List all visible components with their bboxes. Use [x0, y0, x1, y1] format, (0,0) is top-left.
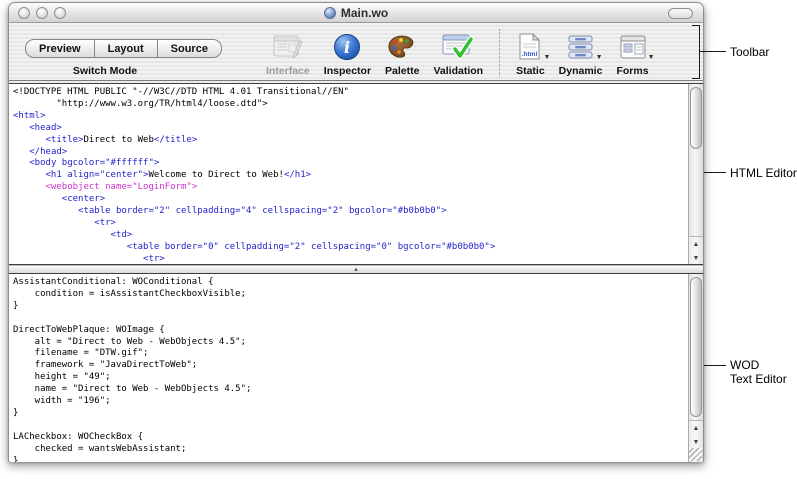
dynamic-button[interactable]: ▼ Dynamic [559, 32, 603, 77]
html-editor-scroll-thumb[interactable] [690, 87, 702, 149]
layout-button[interactable]: Layout [95, 39, 158, 58]
static-dropdown-arrow-icon[interactable]: ▼ [543, 54, 550, 61]
window-title: Main.wo [341, 6, 388, 20]
scroll-up-icon[interactable]: ▲ [689, 421, 703, 435]
svg-text:.html: .html [522, 51, 538, 58]
palette-icon [387, 32, 417, 62]
wod-editor-scrollbar[interactable]: ▲ ▼ [688, 274, 703, 462]
forms-button[interactable]: ▼ Forms [616, 32, 648, 77]
html-editor-callout-label: HTML Editor [730, 166, 797, 180]
dynamic-icon: ▼ [567, 32, 595, 62]
wod-editor-pane: AssistantConditional: WOConditional { co… [9, 273, 703, 462]
page: Main.wo Preview Layout Source Switch Mod… [0, 0, 797, 479]
dynamic-label: Dynamic [559, 65, 603, 77]
scroll-up-icon[interactable]: ▲ [689, 237, 703, 251]
forms-icon: ▼ [619, 32, 647, 62]
html-editor-scrollbar[interactable]: ▲ ▼ [688, 84, 703, 264]
toolbar-callout-bracket [692, 25, 700, 79]
static-button[interactable]: .html ▼ Static [516, 32, 545, 77]
toolbar-callout-label: Toolbar [730, 45, 769, 59]
static-label: Static [516, 65, 545, 77]
wod-editor-scroll-thumb[interactable] [690, 277, 702, 417]
toolbar-items: Interface i [259, 29, 656, 77]
forms-dropdown-arrow-icon[interactable]: ▼ [648, 54, 655, 61]
validation-icon [442, 32, 474, 62]
interface-label: Interface [266, 65, 310, 77]
html-editor-pane: <!DOCTYPE HTML PUBLIC "-//W3C//DTD HTML … [9, 83, 703, 265]
switch-mode-segmented-control: Preview Layout Source [25, 39, 222, 58]
title-bar[interactable]: Main.wo [9, 3, 703, 23]
preview-button[interactable]: Preview [25, 39, 95, 58]
toolbar-callout-line [700, 51, 726, 52]
wod-editor-callout-line [704, 365, 726, 366]
wod-editor-callout-label-2: Text Editor [730, 372, 787, 386]
toolbar: Preview Layout Source Switch Mode [9, 23, 703, 81]
document-icon [324, 7, 336, 19]
inspector-button[interactable]: i Inspector [324, 32, 371, 77]
scroll-down-icon[interactable]: ▼ [689, 251, 703, 265]
forms-label: Forms [616, 65, 648, 77]
scroll-down-icon[interactable]: ▼ [689, 435, 703, 449]
inspector-label: Inspector [324, 65, 371, 77]
wod-editor-callout-label-1: WOD [730, 358, 759, 372]
dynamic-dropdown-arrow-icon[interactable]: ▼ [596, 54, 603, 61]
interface-icon [273, 32, 303, 62]
resize-grip[interactable] [689, 448, 702, 461]
validation-label: Validation [433, 65, 483, 77]
interface-button: Interface [266, 32, 310, 77]
pane-splitter[interactable]: ▴ [9, 265, 703, 273]
main-wo-window: Main.wo Preview Layout Source Switch Mod… [8, 2, 704, 462]
splitter-caret-icon: ▴ [354, 266, 358, 273]
palette-button[interactable]: Palette [385, 32, 419, 77]
inspector-icon: i [333, 32, 361, 62]
wod-editor-code[interactable]: AssistantConditional: WOConditional { co… [9, 274, 688, 462]
static-icon: .html ▼ [518, 32, 542, 62]
source-button[interactable]: Source [158, 39, 222, 58]
toolbar-toggle-button[interactable] [668, 8, 693, 19]
palette-label: Palette [385, 65, 419, 77]
wod-editor-scroll-arrows: ▲ ▼ [689, 420, 703, 448]
html-editor-scroll-arrows: ▲ ▼ [689, 236, 703, 264]
html-editor-code[interactable]: <!DOCTYPE HTML PUBLIC "-//W3C//DTD HTML … [9, 84, 688, 264]
toolbar-separator [499, 29, 500, 77]
validation-button[interactable]: Validation [433, 32, 483, 77]
html-editor-callout-line [704, 172, 726, 173]
switch-mode-label: Switch Mode [25, 65, 185, 77]
svg-text:i: i [344, 38, 350, 57]
